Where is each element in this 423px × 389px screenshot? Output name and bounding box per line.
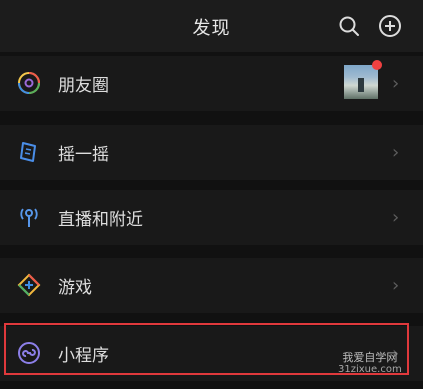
menu-item-moments[interactable]: 朋友圈 ›	[0, 56, 423, 111]
moments-icon	[18, 72, 40, 94]
add-icon[interactable]	[378, 14, 402, 38]
watermark: 我爱自学网 31zixue.com	[338, 352, 402, 376]
moments-thumbnail	[344, 65, 378, 99]
header-bar: 发现	[0, 0, 423, 52]
menu-item-live-nearby[interactable]: 直播和附近 ›	[0, 190, 423, 245]
shake-icon	[20, 142, 36, 162]
live-nearby-icon	[20, 208, 38, 227]
watermark-line1: 我爱自学网	[342, 351, 398, 364]
chevron-right-icon: ›	[392, 142, 400, 163]
game-icon	[17, 273, 41, 297]
chevron-right-icon: ›	[392, 275, 400, 296]
watermark-line2: 31zixue.com	[338, 364, 402, 375]
chevron-right-icon: ›	[392, 73, 400, 94]
chevron-right-icon: ›	[392, 207, 400, 228]
menu-item-label: 游戏	[58, 278, 92, 298]
menu-item-label: 直播和附近	[58, 210, 143, 230]
menu-item-label: 摇一摇	[58, 145, 109, 165]
menu-item-shake[interactable]: 摇一摇 ›	[0, 125, 423, 180]
menu-item-label: 朋友圈	[58, 76, 109, 96]
menu-item-games[interactable]: 游戏 ›	[0, 258, 423, 313]
notification-dot	[372, 60, 382, 70]
search-icon[interactable]	[337, 14, 361, 38]
